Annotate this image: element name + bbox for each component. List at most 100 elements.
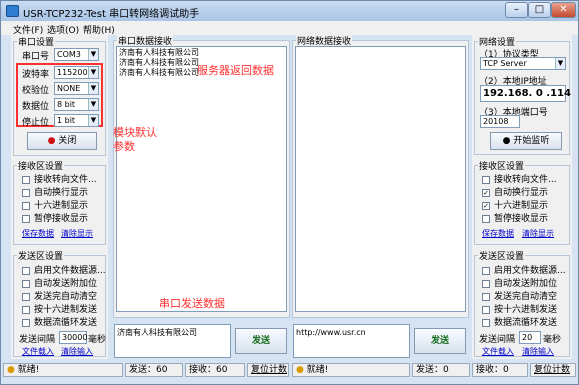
checkbox[interactable]	[22, 214, 30, 223]
maximize-button[interactable]: □	[528, 2, 551, 18]
network-receive-area[interactable]	[295, 46, 466, 312]
left-panel: 串口设置 串口号 COM3 ▼ 波特率 115200 ▼ 校验位 NONE ▼ 数据位…	[11, 35, 108, 359]
left-receive-option[interactable]: 暂停接收显示	[22, 211, 88, 224]
right-send-option[interactable]: 数据流循环发送	[482, 315, 557, 328]
right-send-option[interactable]: 启用文件数据源...	[482, 263, 566, 276]
port-label: 串口号	[22, 52, 50, 62]
right-receive-option[interactable]: 接收转向文件...	[482, 172, 557, 185]
protocol-select[interactable]: TCP Server ▼	[480, 57, 566, 70]
interval-input[interactable]: 30000	[59, 331, 87, 344]
local-port-input[interactable]: 20108	[480, 115, 520, 128]
info-icon: ●	[296, 365, 304, 375]
parity-label: 校验位	[22, 86, 50, 96]
network-send-input[interactable]: http://www.usr.cn	[293, 324, 410, 358]
serial-send-text: 济南有人科技有限公司	[117, 328, 197, 337]
left-status: ● 就绪!	[3, 363, 123, 377]
baud-select[interactable]: 115200 ▼	[54, 66, 99, 79]
file-load-link[interactable]: 文件载入	[482, 346, 514, 357]
left-send-option[interactable]: 启用文件数据源...	[22, 263, 106, 276]
right-receive-option[interactable]: ✓ 十六进制显示	[482, 198, 548, 211]
app-icon	[6, 5, 19, 17]
left-receive-title: 接收区设置	[17, 159, 65, 172]
checkbox[interactable]	[22, 188, 30, 197]
checkbox[interactable]	[22, 292, 30, 301]
left-receive-option[interactable]: 自动换行显示	[22, 185, 88, 198]
close-button[interactable]: ✕	[551, 2, 576, 18]
start-listen-label: 开始监听	[513, 136, 550, 146]
left-send-option[interactable]: 数据流循环发送	[22, 315, 97, 328]
parity-value: NONE	[57, 84, 81, 93]
clear-display-link[interactable]: 清除显示	[61, 228, 93, 239]
chevron-down-icon: ▼	[88, 99, 98, 110]
minimize-button[interactable]: –	[505, 2, 528, 18]
protocol-value: TCP Server	[483, 59, 527, 68]
interval-label: 发送间隔	[19, 335, 56, 345]
right-receive-option[interactable]: 暂停接收显示	[482, 211, 548, 224]
network-send-button[interactable]: 发送	[414, 328, 466, 354]
checkbox[interactable]	[22, 175, 30, 184]
right-status: ● 就绪!	[292, 363, 410, 377]
left-send-title: 发送区设置	[17, 249, 65, 262]
checkbox[interactable]	[22, 318, 30, 327]
left-send-count: 发送：60	[125, 363, 183, 377]
local-ip-input[interactable]: 192.168. 0 .114	[480, 85, 571, 102]
annotation-serial-send: 串口发送数据	[159, 297, 225, 310]
serial-send-button[interactable]: 发送	[235, 328, 287, 354]
checkbox[interactable]	[482, 279, 490, 288]
close-port-button[interactable]: ● 关闭	[27, 132, 97, 150]
port-select[interactable]: COM3 ▼	[54, 48, 99, 61]
info-icon: ●	[7, 365, 15, 375]
data-bits-select[interactable]: 8 bit ▼	[54, 98, 99, 111]
right-send-count: 发送：0	[412, 363, 470, 377]
checkbox[interactable]	[22, 266, 30, 275]
annotation-server-data: 服务器返回数据	[197, 64, 274, 77]
parity-select[interactable]: NONE ▼	[54, 82, 99, 95]
right-receive-option[interactable]: ✓ 自动换行显示	[482, 185, 548, 198]
checkbox[interactable]	[482, 305, 490, 314]
checkbox-checked[interactable]: ✓	[482, 188, 490, 197]
save-data-link[interactable]: 保存数据	[482, 228, 514, 239]
stop-bits-label: 停止位	[22, 118, 50, 128]
right-send-title: 发送区设置	[478, 249, 526, 262]
serial-receive-area[interactable]: 济南有人科技有限公司 济南有人科技有限公司 济南有人科技有限公司	[116, 46, 287, 312]
checkbox[interactable]	[482, 214, 490, 223]
clear-input-link[interactable]: 清除输入	[61, 346, 93, 357]
port-value: COM3	[57, 50, 81, 59]
right-send-option[interactable]: 发送完自动清空	[482, 289, 557, 302]
checkbox[interactable]	[22, 279, 30, 288]
chevron-down-icon: ▼	[555, 58, 565, 69]
left-receive-option[interactable]: 十六进制显示	[22, 198, 88, 211]
checkbox[interactable]	[482, 175, 490, 184]
right-reset-counter[interactable]: 复位计数	[530, 363, 576, 377]
checkbox[interactable]	[482, 318, 490, 327]
start-listen-button[interactable]: ● 开始监听	[490, 132, 562, 150]
network-send-text: http://www.usr.cn	[296, 328, 366, 337]
left-send-option[interactable]: 按十六进制发送	[22, 302, 97, 315]
interval-unit: 毫秒	[543, 335, 562, 345]
clear-input-link[interactable]: 清除输入	[522, 346, 554, 357]
checkbox[interactable]	[22, 305, 30, 314]
window-title: USR-TCP232-Test 串口转网络调试助手	[23, 9, 200, 20]
serial-settings-title: 串口设置	[17, 35, 56, 48]
right-send-option[interactable]: 按十六进制发送	[482, 302, 557, 315]
stop-bits-select[interactable]: 1 bit ▼	[54, 114, 99, 127]
right-recv-count: 接收：0	[472, 363, 528, 377]
file-load-link[interactable]: 文件载入	[22, 346, 54, 357]
serial-send-input[interactable]: 济南有人科技有限公司	[114, 324, 231, 358]
right-send-option[interactable]: 自动发送附加位	[482, 276, 557, 289]
checkbox[interactable]	[22, 201, 30, 210]
left-send-option[interactable]: 自动发送附加位	[22, 276, 97, 289]
left-send-option[interactable]: 发送完自动清空	[22, 289, 97, 302]
annotation-params: 参数	[113, 140, 135, 153]
clear-display-link[interactable]: 清除显示	[522, 228, 554, 239]
data-bits-label: 数据位	[22, 102, 50, 112]
checkbox[interactable]	[482, 266, 490, 275]
right-panel: 网络设置 （1）协议类型 TCP Server ▼ （2）本地IP地址 192.1…	[472, 35, 572, 359]
save-data-link[interactable]: 保存数据	[22, 228, 54, 239]
right-receive-title: 接收区设置	[478, 159, 526, 172]
left-reset-counter[interactable]: 复位计数	[247, 363, 289, 377]
checkbox-checked[interactable]: ✓	[482, 201, 490, 210]
interval-input[interactable]: 20	[519, 331, 541, 344]
checkbox[interactable]	[482, 292, 490, 301]
left-receive-option[interactable]: 接收转向文件...	[22, 172, 97, 185]
